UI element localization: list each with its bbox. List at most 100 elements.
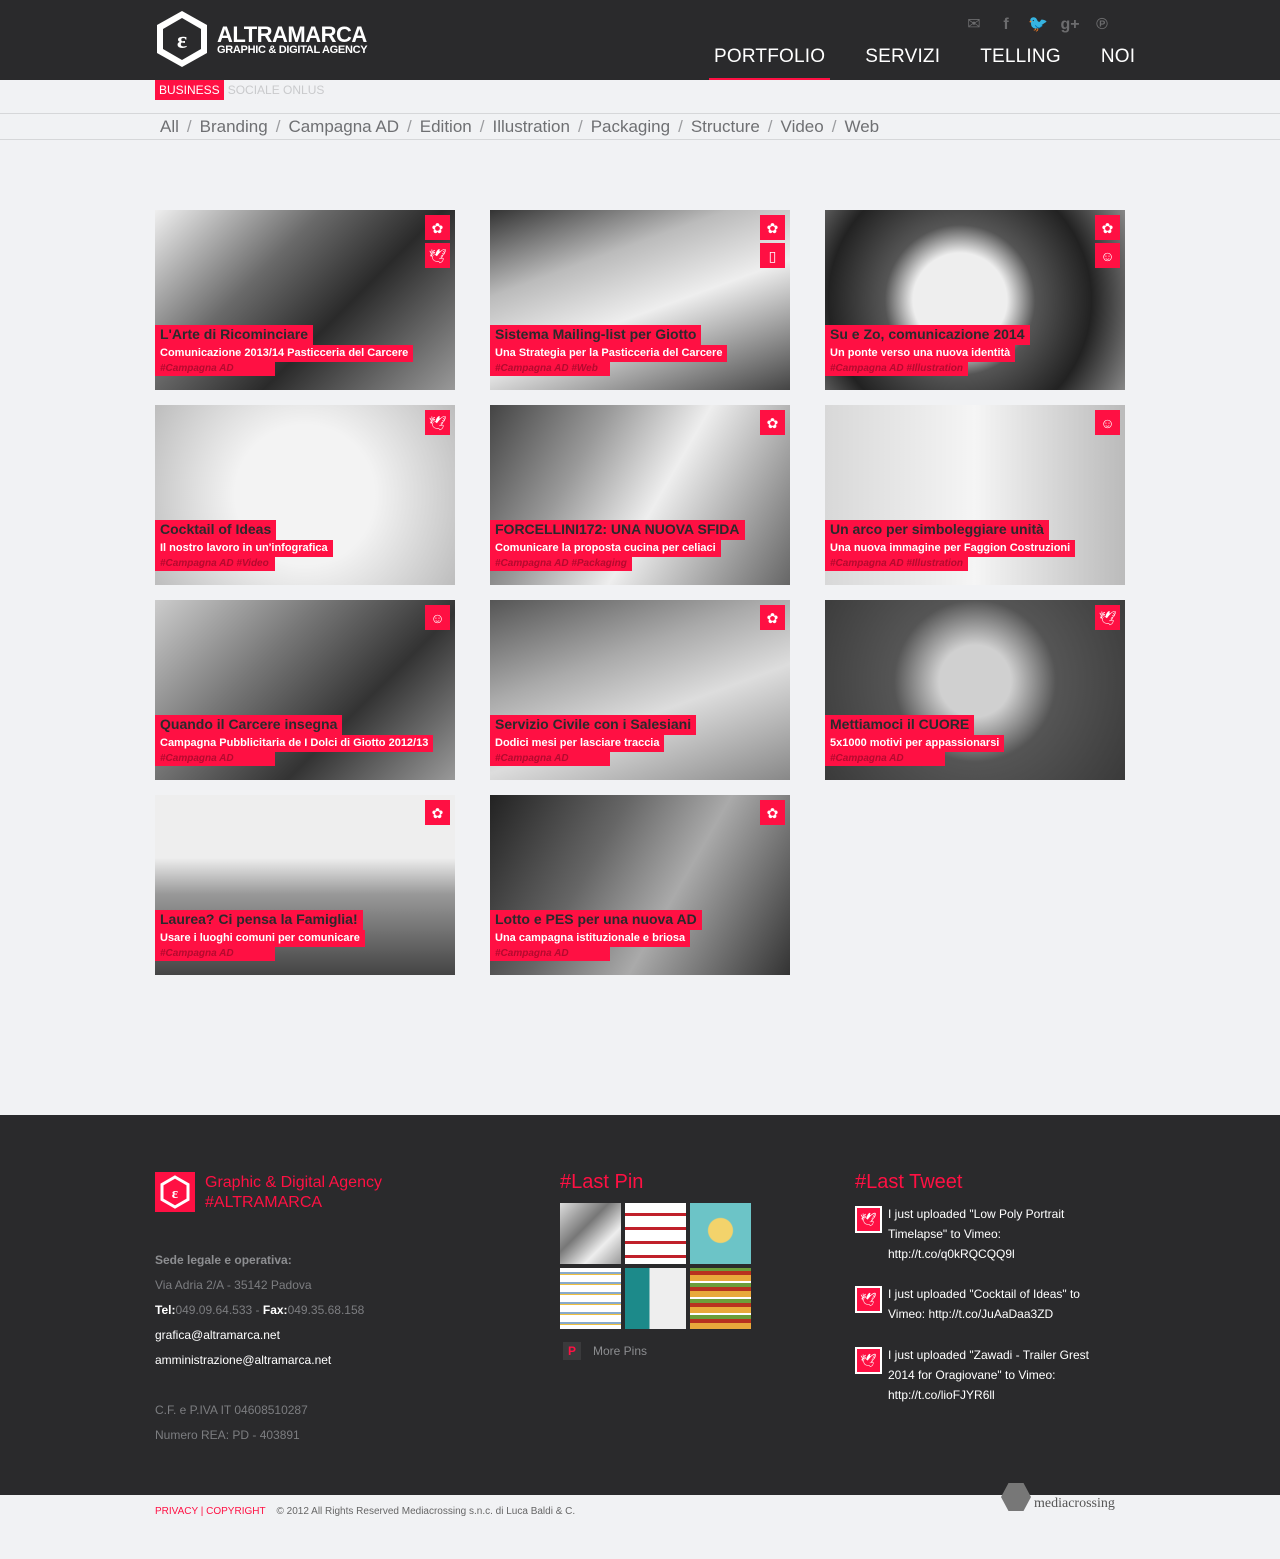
pin-thumbnail[interactable] (560, 1268, 621, 1329)
filter-packaging[interactable]: Packaging (591, 117, 670, 137)
tile-category-icons: ✿ (760, 605, 785, 630)
more-pins-label: More Pins (593, 1344, 648, 1358)
portfolio-tile[interactable]: ✿ Lotto e PES per una nuova AD Una campagn… (490, 795, 790, 975)
nav-servizi[interactable]: SERVIZI (865, 46, 940, 80)
copyright-text: © 2012 All Rights Reserved Mediacrossing… (276, 1506, 576, 1517)
filter-separator: / (479, 117, 485, 136)
tile-tags: #Campagna AD #Illustration (825, 362, 968, 376)
portfolio-tile[interactable]: ✿ Laurea? Ci pensa la Famiglia! Usare i lu… (155, 795, 455, 975)
portfolio-tile[interactable]: 🕊 Cocktail of Ideas Il nostro lavoro in un… (155, 405, 455, 585)
tile-subtitle: Comunicazione 2013/14 Pasticceria del Ca… (155, 345, 414, 362)
twitter-bird-icon: 🕊 (855, 1206, 882, 1233)
filter-separator: / (186, 117, 192, 136)
nav-noi[interactable]: NOI (1101, 46, 1135, 80)
portfolio-tile[interactable]: 🕊 Mettiamoci il CUORE 5x1000 motivi per ap… (825, 600, 1125, 780)
sector-switch: BUSINESS SOCIALE ONLUS (155, 80, 328, 100)
pinterest-icon[interactable]: ℗ (1091, 14, 1113, 36)
tile-title: Su e Zo, comunicazione 2014 (825, 325, 1030, 345)
sede-label: Sede legale e operativa: (155, 1253, 292, 1267)
tile-category-icons: ☺ (1095, 410, 1120, 435)
more-pins-link[interactable]: P More Pins (563, 1342, 647, 1360)
brand-subtitle: GRAPHIC & DIGITAL AGENCY (217, 44, 368, 56)
site-header: ε ALTRAMARCA GRAPHIC & DIGITAL AGENCY ✉ … (0, 0, 1280, 80)
sector-sociale-onlus[interactable]: SOCIALE ONLUS (224, 80, 329, 100)
portfolio-tile[interactable]: ✿ 🕊 L'Arte di Ricominciare Comunicazione 20… (155, 210, 455, 390)
facebook-icon[interactable]: f (995, 14, 1017, 36)
tile-tags: #Campagna AD (155, 362, 275, 376)
footer-tagline-2: #ALTRAMARCA (205, 1194, 323, 1211)
tile-category-icons: ✿ (760, 410, 785, 435)
tile-category-icons: 🕊 (425, 410, 450, 435)
smile-icon: ☺ (425, 605, 450, 630)
filter-branding[interactable]: Branding (200, 117, 268, 137)
footer-logo-icon[interactable]: ε (155, 1172, 195, 1212)
flower-icon: ✿ (760, 800, 785, 825)
tile-title: Quando il Carcere insegna (155, 715, 343, 735)
tile-title: FORCELLINI172: UNA NUOVA SFIDA (490, 520, 745, 540)
sector-business[interactable]: BUSINESS (155, 80, 224, 100)
tile-title: Cocktail of Ideas (155, 520, 277, 540)
mediacrossing-hex-icon (1001, 1483, 1031, 1511)
tile-category-icons: 🕊 (1095, 605, 1120, 630)
tweet-text[interactable]: I just uploaded "Zawadi - Trailer Grest … (888, 1345, 1118, 1405)
filter-video[interactable]: Video (781, 117, 824, 137)
tile-tags: #Campagna AD #Video (155, 557, 275, 571)
tile-subtitle: Un ponte verso una nuova identità (825, 345, 1016, 362)
twitter-bird-icon: 🕊 (855, 1286, 882, 1313)
mediacrossing-logo[interactable]: mediacrossing (1001, 1482, 1115, 1512)
tile-subtitle: Campagna Pubblicitaria de I Dolci di Gio… (155, 735, 434, 752)
flower-icon: ✿ (1095, 215, 1120, 240)
brand-logo[interactable]: ε ALTRAMARCA GRAPHIC & DIGITAL AGENCY (155, 9, 368, 71)
filter-structure[interactable]: Structure (691, 117, 760, 137)
tile-subtitle: 5x1000 motivi per appassionarsi (825, 735, 1005, 752)
filter-all[interactable]: All (160, 117, 179, 137)
nav-telling[interactable]: TELLING (980, 46, 1061, 80)
pin-thumbnail[interactable] (625, 1203, 686, 1264)
tile-tags: #Campagna AD (825, 752, 945, 766)
mail-icon[interactable]: ✉ (963, 14, 985, 36)
bird-icon: 🕊 (1095, 605, 1120, 630)
tile-subtitle: Una campagna istituzionale e briosa (490, 930, 691, 947)
tile-subtitle: Dodici mesi per lasciare traccia (490, 735, 665, 752)
pin-thumbnail[interactable] (690, 1203, 751, 1264)
filter-separator: / (767, 117, 773, 136)
google-plus-icon[interactable]: g+ (1059, 14, 1081, 36)
tile-tags: #Campagna AD (490, 752, 610, 766)
svg-text:ε: ε (177, 28, 187, 54)
filter-separator: / (678, 117, 683, 136)
portfolio-tile[interactable]: ✿ FORCELLINI172: UNA NUOVA SFIDA Comunicar… (490, 405, 790, 585)
tile-category-icons: ✿ (425, 800, 450, 825)
fiscal-code: C.F. e P.IVA IT 04608510287 (155, 1403, 308, 1417)
filter-campagna-ad[interactable]: Campagna AD (288, 117, 399, 137)
flower-icon: ✿ (425, 215, 450, 240)
tile-subtitle: Una nuova immagine per Faggion Costruzio… (825, 540, 1076, 557)
tile-title: Lotto e PES per una nuova AD (490, 910, 702, 930)
tweet-text[interactable]: I just uploaded "Low Poly Portrait Timel… (888, 1204, 1118, 1264)
flower-icon: ✿ (760, 215, 785, 240)
portfolio-tile[interactable]: ☺ Quando il Carcere insegna Campagna Pubbl… (155, 600, 455, 780)
portfolio-tile[interactable]: ✿ ☺ Su e Zo, comunicazione 2014 Un ponte ve… (825, 210, 1125, 390)
filter-edition[interactable]: Edition (420, 117, 472, 137)
portfolio-tile[interactable]: ✿ ▯ Sistema Mailing-list per Giotto Una Str… (490, 210, 790, 390)
nav-portfolio[interactable]: PORTFOLIO (708, 46, 831, 80)
tile-title: Mettiamoci il CUORE (825, 715, 975, 735)
privacy-copyright-link[interactable]: PRIVACY | COPYRIGHT (155, 1506, 265, 1517)
filter-illustration[interactable]: Illustration (492, 117, 569, 137)
tile-title: Servizio Civile con i Salesiani (490, 715, 697, 735)
address: Via Adria 2/A - 35142 Padova (155, 1278, 312, 1292)
flower-icon: ✿ (425, 800, 450, 825)
pin-thumbnail[interactable] (625, 1268, 686, 1329)
portfolio-tile[interactable]: ☺ Un arco per simboleggiare unità Una nuov… (825, 405, 1125, 585)
main-nav: PORTFOLIO SERVIZI TELLING NOI (708, 46, 1175, 80)
pin-thumbnail[interactable] (560, 1203, 621, 1264)
portfolio-tile[interactable]: ✿ Servizio Civile con i Salesiani Dodici m… (490, 600, 790, 780)
footer-tagline-1: Graphic & Digital Agency (205, 1174, 382, 1191)
filter-web[interactable]: Web (844, 117, 879, 137)
twitter-icon[interactable]: 🐦 (1027, 14, 1049, 36)
email-amministrazione[interactable]: amministrazione@altramarca.net (155, 1348, 364, 1373)
tile-subtitle: Il nostro lavoro in un'infografica (155, 540, 333, 557)
tweet-text[interactable]: I just uploaded "Cocktail of Ideas" to V… (888, 1284, 1118, 1324)
tile-category-icons: ✿ 🕊 (425, 215, 450, 268)
pin-thumbnail[interactable] (690, 1268, 751, 1329)
email-grafica[interactable]: grafica@altramarca.net (155, 1323, 364, 1348)
